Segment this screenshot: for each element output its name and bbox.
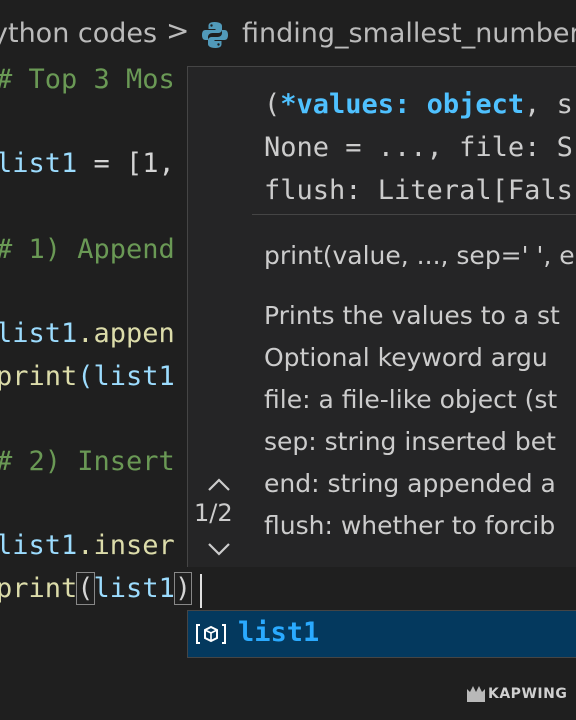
- doc-line: flush: whether to forcib: [264, 511, 556, 540]
- kapwing-logo-icon: [467, 686, 485, 702]
- code-line-append: list1.appen: [0, 318, 175, 349]
- overload-counter: 1/2: [194, 499, 233, 527]
- signature: (*values: object, s None = ..., file: S …: [264, 83, 573, 212]
- code-token-var: list1: [0, 148, 78, 179]
- sig-line-3: flush: Literal[Fals: [264, 175, 573, 206]
- code-line-list-def: list1 = [1,: [0, 148, 175, 179]
- code-token-rest: = [1,: [77, 148, 175, 179]
- doc-line: end: string appended a: [264, 469, 556, 498]
- code-token-paren-close: ): [173, 572, 193, 605]
- sig-rest-1: , s: [524, 89, 573, 120]
- code-token-var: list1: [0, 530, 78, 561]
- code-line-comment-insert: # 2) Insert: [0, 446, 175, 477]
- code-token-paren-open: (: [76, 572, 95, 605]
- code-line-comment-append: # 1) Append: [0, 234, 175, 265]
- variable-icon: [196, 624, 226, 644]
- code-token-var: list1: [0, 318, 78, 349]
- doc-signature: print(value, ..., sep=' ', e: [264, 241, 575, 270]
- text-cursor: [200, 574, 202, 608]
- chevron-up-icon[interactable]: [206, 475, 232, 493]
- code-line-print-2: print(list1): [0, 572, 193, 605]
- divider: [252, 214, 576, 215]
- code-line-insert: list1.inser: [0, 530, 175, 561]
- sig-type: object: [426, 89, 525, 120]
- code-line-print-1: print(list1: [0, 361, 175, 392]
- watermark-text: KAPWING: [488, 686, 568, 702]
- doc-line: sep: string inserted bet: [264, 427, 556, 456]
- doc-line: file: a file-like object (st: [264, 385, 558, 414]
- watermark: KAPWING: [462, 680, 568, 708]
- code-token-method: .appen: [77, 318, 175, 349]
- parameter-hints-widget[interactable]: (*values: object, s None = ..., file: S …: [187, 66, 576, 567]
- sig-open-paren: (: [264, 89, 281, 120]
- chevron-down-icon[interactable]: [206, 541, 232, 559]
- code-token-fn: print: [0, 361, 78, 392]
- sig-active-param: *values: [280, 89, 395, 120]
- code-line-comment-top3: # Top 3 Mos: [0, 64, 175, 95]
- doc-line: Prints the values to a st: [264, 301, 560, 330]
- code-token-method: .inser: [77, 530, 175, 561]
- sig-line-2: None = ..., file: S: [264, 132, 573, 163]
- sig-colon: :: [394, 89, 427, 120]
- suggestion-item[interactable]: list1: [187, 610, 576, 658]
- code-token-arg: list1: [93, 573, 175, 604]
- code-token-fn: print: [0, 573, 78, 604]
- doc-line: Optional keyword argu: [264, 343, 548, 372]
- code-token-args: (list1: [77, 361, 175, 392]
- suggestion-label: list1: [238, 617, 320, 648]
